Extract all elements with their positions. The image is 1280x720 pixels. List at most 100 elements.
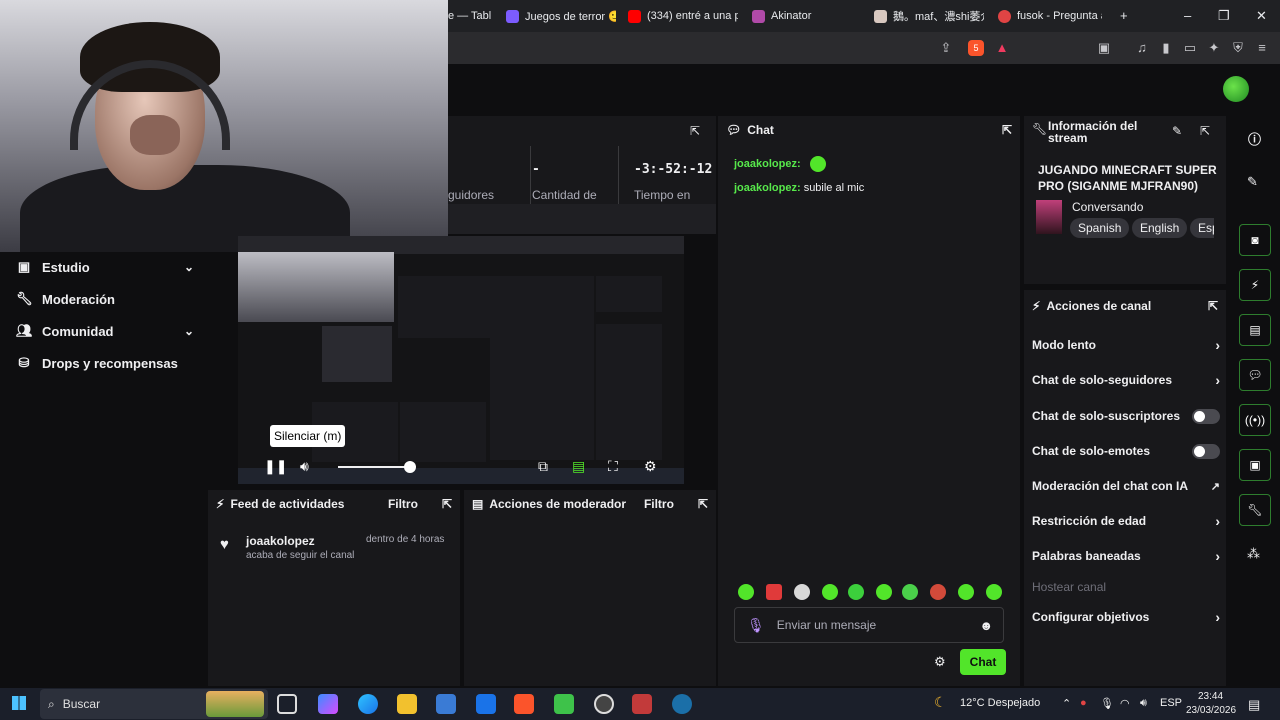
action-ai-moderation[interactable]: Moderación del chat con IA ↗ — [1032, 476, 1220, 496]
close-icon[interactable]: ✕ — [1256, 8, 1267, 24]
popout-icon[interactable]: ⇱ — [1002, 123, 1012, 137]
emote-icon[interactable] — [876, 584, 892, 600]
popout-icon[interactable]: ⇱ — [1200, 124, 1210, 138]
tray-app-icon[interactable]: ● — [1080, 697, 1087, 709]
quick-action-camera-icon[interactable]: ▣ — [1239, 449, 1271, 481]
rewards-icon[interactable]: ▲ — [994, 40, 1010, 56]
emote-icon[interactable] — [902, 584, 918, 600]
action-banned-words[interactable]: Palabras baneadas › — [1032, 546, 1220, 566]
chat-input[interactable]: 🎙︎ Enviar un mensaje ☻ — [734, 607, 1004, 643]
pause-icon[interactable]: ❚❚ — [264, 458, 287, 475]
popout-icon[interactable]: ⇱ — [442, 497, 452, 511]
quick-action-chat-icon[interactable]: 💬︎ — [1239, 359, 1271, 391]
vpn-icon[interactable]: ⛨ — [1230, 40, 1246, 56]
browser-tab[interactable]: Juegos de terror 🙂 — [506, 4, 616, 28]
info-icon[interactable]: ⓘ — [1248, 129, 1261, 148]
wallet-icon[interactable]: ▭ — [1182, 40, 1198, 56]
emote-icon[interactable] — [822, 584, 838, 600]
quick-action-wrench-icon[interactable]: 🔧︎ — [1239, 494, 1271, 526]
steam-icon[interactable] — [672, 694, 692, 714]
popout-icon[interactable]: ⇱ — [698, 497, 708, 511]
tray-chevron-icon[interactable]: ⌃ — [1062, 697, 1071, 710]
browser-tab[interactable]: fusok - Pregunta a — [998, 4, 1102, 28]
chat-message-user[interactable]: joaakolopez: — [734, 158, 801, 170]
wifi-icon[interactable]: ◠ — [1120, 697, 1130, 710]
outlook-icon[interactable] — [476, 694, 496, 714]
emote-icon[interactable] — [958, 584, 974, 600]
sidebar-item-estudio[interactable]: ▣ Estudio ⌄ — [16, 256, 194, 278]
mic-icon[interactable]: 🎙︎ — [1100, 697, 1114, 710]
file-explorer-icon[interactable] — [397, 694, 417, 714]
browser-tab[interactable]: (334) entré a una p — [628, 4, 738, 28]
action-slow-mode[interactable]: Modo lento › — [1032, 335, 1220, 355]
sidebar-item-moderacion[interactable]: 🔧︎ Moderación — [16, 288, 194, 310]
volume-icon[interactable]: 🔊︎ — [300, 458, 309, 475]
emoji-icon[interactable]: ☻ — [979, 618, 993, 633]
mod-actions-filter-button[interactable]: Filtro — [644, 497, 674, 511]
copilot-icon[interactable] — [318, 694, 338, 714]
settings-gear-icon[interactable]: ⚙ — [644, 458, 657, 475]
emotes-only-toggle[interactable] — [1192, 443, 1220, 459]
menu-icon[interactable]: ≡ — [1254, 40, 1270, 56]
action-set-goals[interactable]: Configurar objetivos › — [1032, 607, 1220, 627]
category-boxart[interactable] — [1036, 200, 1062, 234]
activity-feed-filter-button[interactable]: Filtro — [388, 497, 418, 511]
brave-shield-icon[interactable]: 5 — [968, 40, 984, 56]
store-icon[interactable] — [436, 694, 456, 714]
new-tab-button[interactable]: + — [1120, 8, 1128, 23]
popout-icon[interactable]: ⇱ — [690, 124, 700, 138]
quick-action-broadcast-icon[interactable]: ((•)) — [1239, 404, 1271, 436]
chat-settings-gear-icon[interactable]: ⚙ — [934, 654, 946, 670]
language-indicator[interactable]: ESP — [1160, 697, 1182, 709]
fullscreen-icon[interactable]: ⛶ — [608, 458, 618, 475]
tag-spanish[interactable]: Spanish — [1070, 218, 1130, 238]
action-subscribers-only[interactable]: Chat de solo-suscriptores — [1032, 406, 1220, 426]
weather-text[interactable]: 12°C Despejado — [960, 697, 1040, 709]
volume-slider[interactable] — [338, 466, 410, 468]
taskbar-search[interactable]: ⌕ Buscar — [40, 689, 268, 719]
clock-date[interactable]: 23/03/2026 — [1186, 705, 1236, 716]
chat-message-user[interactable]: joaakolopez: — [734, 182, 801, 194]
edit-icon[interactable]: ✎ — [1172, 124, 1182, 138]
brave-icon[interactable] — [514, 694, 534, 714]
music-icon[interactable]: ♫ — [1134, 40, 1150, 56]
browser-tab[interactable]: Akinator — [752, 4, 862, 28]
action-followers-only[interactable]: Chat de solo-seguidores › — [1032, 370, 1220, 390]
tag-esp[interactable]: Esp — [1190, 218, 1214, 238]
emote-icon[interactable] — [766, 584, 782, 600]
emote-icon[interactable] — [738, 584, 754, 600]
sidebar-icon[interactable]: ▮ — [1158, 40, 1174, 56]
share-icon[interactable]: ⇪ — [938, 40, 954, 56]
microphone-icon[interactable]: 🎙︎ — [747, 617, 765, 634]
browser-tab[interactable]: 鵝。maf、濃shi萎介 — [874, 4, 984, 28]
task-view-icon[interactable] — [277, 694, 297, 714]
obs-icon[interactable] — [594, 694, 614, 714]
emote-icon[interactable] — [986, 584, 1002, 600]
add-action-icon[interactable]: ⁂ — [1247, 546, 1260, 562]
emote-icon[interactable] — [930, 584, 946, 600]
chat-send-button[interactable]: Chat — [960, 649, 1006, 675]
volume-slider-handle[interactable] — [404, 461, 416, 473]
feed-item-user[interactable]: joaakolopez — [246, 534, 315, 548]
quick-action-notes-icon[interactable]: ▤ — [1239, 314, 1271, 346]
popout-icon[interactable]: ⇱ — [1208, 299, 1218, 313]
tab-search-icon[interactable]: ▣ — [1096, 40, 1112, 56]
clip-icon[interactable]: ▤ — [572, 458, 585, 475]
clock-time[interactable]: 23:44 — [1198, 691, 1223, 702]
sidebar-item-drops[interactable]: ⛁ Drops y recompensas — [16, 352, 194, 374]
minimize-icon[interactable]: – — [1184, 8, 1191, 23]
action-age-restriction[interactable]: Restricción de edad › — [1032, 511, 1220, 531]
minecraft-icon[interactable] — [554, 694, 574, 714]
leo-ai-icon[interactable]: ✦ — [1206, 40, 1222, 56]
edge-icon[interactable] — [358, 694, 378, 714]
emote-icon[interactable] — [794, 584, 810, 600]
subscribers-only-toggle[interactable] — [1192, 408, 1220, 424]
picture-in-picture-icon[interactable]: ⧉ — [538, 458, 548, 475]
speaker-icon[interactable]: 🔊︎ — [1140, 697, 1147, 710]
notifications-icon[interactable]: ▤ — [1248, 697, 1260, 713]
emote-icon[interactable] — [848, 584, 864, 600]
sidebar-item-comunidad[interactable]: 👥︎ Comunidad ⌄ — [16, 320, 194, 342]
action-emotes-only[interactable]: Chat de solo-emotes — [1032, 441, 1220, 461]
quick-action-clip-icon[interactable]: ◙ — [1239, 224, 1271, 256]
edit-icon[interactable]: ✎ — [1247, 174, 1258, 190]
